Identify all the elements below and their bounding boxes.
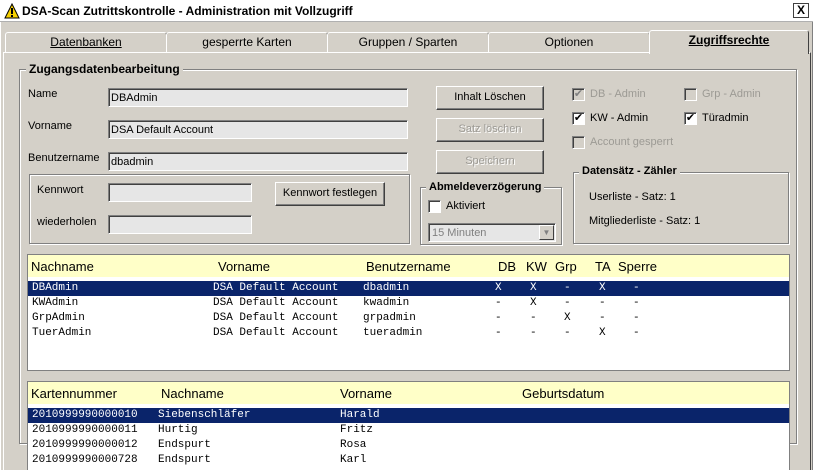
account-locked-checkbox[interactable] bbox=[572, 136, 585, 149]
grp-admin-label: Grp - Admin bbox=[702, 88, 761, 100]
col-nachname[interactable]: Nachname bbox=[31, 259, 94, 274]
chevron-down-icon[interactable]: ▼ bbox=[539, 225, 554, 240]
save-button[interactable]: Speichern bbox=[436, 150, 544, 174]
db-admin-label: DB - Admin bbox=[590, 88, 646, 100]
tab-datenbanken[interactable]: Datenbanken bbox=[5, 32, 167, 52]
memberlist-count: Mitgliederliste - Satz: 1 bbox=[589, 215, 701, 227]
wiederholen-field[interactable] bbox=[108, 215, 252, 234]
member-table[interactable]: Kartennummer Nachname Vorname Geburtsdat… bbox=[27, 381, 790, 470]
logout-delay-checkbox[interactable] bbox=[428, 200, 441, 213]
grp-admin-checkbox[interactable] bbox=[684, 88, 697, 101]
col-vorname[interactable]: Vorname bbox=[340, 386, 392, 401]
col-geburtsdatum[interactable]: Geburtsdatum bbox=[522, 386, 604, 401]
vorname-field[interactable]: DSA Default Account bbox=[108, 120, 408, 139]
db-admin-checkbox[interactable]: ✔ bbox=[572, 88, 585, 101]
col-kw[interactable]: KW bbox=[526, 259, 547, 274]
wiederholen-label: wiederholen bbox=[37, 216, 97, 228]
tueradmin-checkbox[interactable]: ✔ bbox=[684, 112, 697, 125]
name-label: Name bbox=[28, 88, 58, 100]
benutzername-field[interactable]: dbadmin bbox=[108, 152, 408, 171]
logout-delay-select[interactable]: 15 Minuten ▼ bbox=[428, 223, 556, 242]
logout-delay-active-label: Aktiviert bbox=[446, 200, 486, 212]
table-row[interactable]: GrpAdmin DSA Default Account grpadmin - - X - - bbox=[28, 311, 789, 326]
table-row[interactable]: DBAdmin DSA Default Account dbadmin X X - X - bbox=[28, 281, 789, 296]
tab-zugriffsrechte[interactable]: Zugriffsrechte bbox=[649, 30, 809, 54]
user-table[interactable]: Nachname Vorname Benutzername DB KW Grp … bbox=[27, 254, 790, 371]
kennwort-label: Kennwort bbox=[37, 184, 84, 196]
table-row[interactable]: 2010999990000010 Siebenschläfer Harald bbox=[28, 408, 789, 423]
table-row[interactable]: KWAdmin DSA Default Account kwadmin - X - - - bbox=[28, 296, 789, 311]
tab-gesperrte-karten[interactable]: gesperrte Karten bbox=[166, 32, 328, 52]
tab-optionen[interactable]: Optionen bbox=[488, 32, 650, 52]
col-kartennummer[interactable]: Kartennummer bbox=[31, 386, 117, 401]
col-grp[interactable]: Grp bbox=[555, 259, 577, 274]
set-password-button[interactable]: Kennwort festlegen bbox=[275, 182, 385, 206]
access-data-group-title: Zugangsdatenbearbeitung bbox=[26, 62, 183, 76]
table-row[interactable]: TuerAdmin DSA Default Account tueradmin - - -… bbox=[28, 326, 789, 341]
col-benutzername[interactable]: Benutzername bbox=[366, 259, 451, 274]
benutzername-label: Benutzername bbox=[28, 152, 100, 164]
table-row[interactable]: 2010999990000728 Endspurt Karl bbox=[28, 453, 789, 468]
kw-admin-checkbox[interactable]: ✔ bbox=[572, 112, 585, 125]
user-table-header: Nachname Vorname Benutzername DB KW Grp … bbox=[28, 255, 789, 277]
col-ta[interactable]: TA bbox=[595, 259, 611, 274]
tueradmin-label: Türadmin bbox=[702, 112, 749, 124]
counter-group bbox=[573, 172, 789, 244]
delete-record-button[interactable]: Satz löschen bbox=[436, 118, 544, 142]
table-row[interactable]: 2010999990000011 Hurtig Fritz bbox=[28, 423, 789, 438]
warning-app-icon bbox=[4, 3, 20, 19]
col-vorname[interactable]: Vorname bbox=[218, 259, 270, 274]
logout-delay-title: Abmeldeverzögerung bbox=[426, 181, 545, 193]
col-sperre[interactable]: Sperre bbox=[618, 259, 657, 274]
tab-gruppen-sparten[interactable]: Gruppen / Sparten bbox=[327, 32, 489, 52]
col-nachname[interactable]: Nachname bbox=[161, 386, 224, 401]
main-window: Datenbanken gesperrte Karten Gruppen / S… bbox=[0, 22, 813, 470]
account-locked-label: Account gesperrt bbox=[590, 136, 674, 148]
tab-strip: Datenbanken gesperrte Karten Gruppen / S… bbox=[3, 30, 811, 54]
tab-panel: Zugangsdatenbearbeitung Name DBAdmin Vor… bbox=[3, 52, 811, 470]
table-row[interactable]: 2010999990000012 Endspurt Rosa bbox=[28, 438, 789, 453]
title-bar: DSA-Scan Zutrittskontrolle - Administrat… bbox=[0, 0, 813, 22]
member-table-header: Kartennummer Nachname Vorname Geburtsdat… bbox=[28, 382, 789, 404]
name-field[interactable]: DBAdmin bbox=[108, 88, 408, 107]
counter-title: Datensätz - Zähler bbox=[579, 165, 680, 177]
close-button[interactable]: X bbox=[793, 3, 809, 18]
vorname-label: Vorname bbox=[28, 120, 73, 132]
clear-button[interactable]: Inhalt Löschen bbox=[436, 86, 544, 110]
kennwort-field[interactable] bbox=[108, 183, 252, 202]
window-title: DSA-Scan Zutrittskontrolle - Administrat… bbox=[22, 4, 353, 18]
kw-admin-label: KW - Admin bbox=[590, 112, 649, 124]
logout-delay-value: 15 Minuten bbox=[432, 227, 487, 239]
col-db[interactable]: DB bbox=[498, 259, 516, 274]
userlist-count: Userliste - Satz: 1 bbox=[589, 191, 676, 203]
